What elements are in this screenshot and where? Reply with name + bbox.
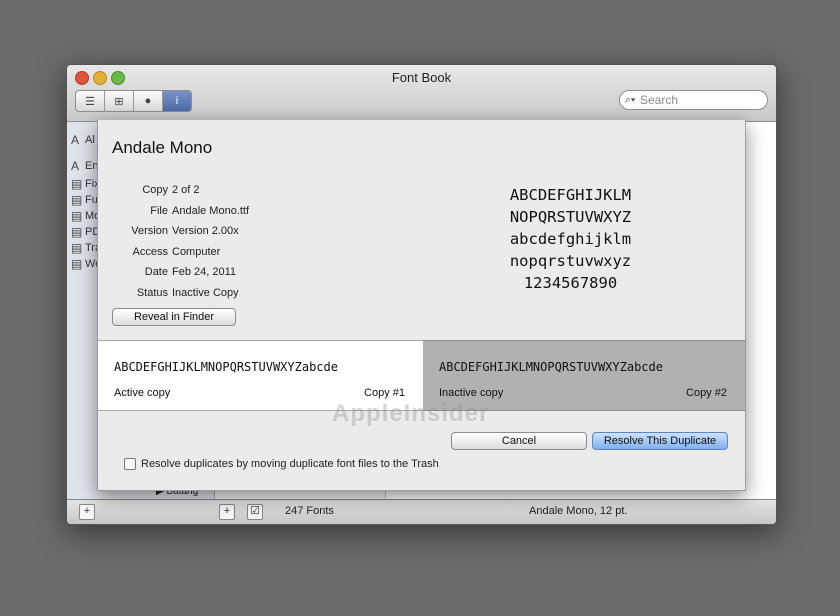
folder-icon: ▤	[71, 177, 83, 191]
search-field[interactable]: ⌕▾ Search	[619, 90, 768, 110]
cancel-button[interactable]: Cancel	[451, 432, 587, 450]
sheet-title: Andale Mono	[112, 138, 213, 157]
checkbox-label: Resolve duplicates by moving duplicate f…	[141, 458, 439, 470]
add-font-button[interactable]: +	[219, 504, 235, 520]
folder-icon: ▤	[71, 225, 83, 239]
info-row: Date Feb 24, 2011	[144, 266, 237, 278]
copy-label: Inactive copy	[439, 387, 504, 399]
copy-number: Copy #1	[364, 387, 405, 399]
resolve-duplicates-sheet: Andale Mono Copy 2 of 2 File Andale Mono.t…	[97, 120, 746, 491]
folder-icon: ▤	[71, 209, 83, 223]
font-sample-preview: ABCDEFGHIJKLM NOPQRSTUVWXYZ abcdefghijkl…	[509, 186, 632, 292]
view-mode-segmented-control: ☰ ⊞ ● i	[75, 90, 192, 112]
trash-duplicates-checkbox[interactable]	[124, 458, 136, 470]
selection-status: Andale Mono, 12 pt.	[529, 505, 628, 517]
resolve-this-duplicate-button[interactable]: Resolve This Duplicate	[592, 432, 728, 450]
info-row: Copy 2 of 2	[142, 184, 200, 196]
info-row: Access Computer	[132, 245, 221, 258]
info-row: Status Inactive Copy	[136, 286, 239, 299]
folder-icon: ▤	[71, 193, 83, 207]
bottom-bar: + + ☑ 247 Fonts Andale Mono, 12 pt.	[67, 499, 776, 524]
copy-number: Copy #2	[686, 387, 727, 399]
enable-font-checkbox[interactable]: ☑	[247, 504, 263, 520]
title-bar: Font Book ☰ ⊞ ● i ⌕▾ Search	[67, 65, 776, 122]
copy-label: Active copy	[114, 387, 171, 399]
list-view-icon[interactable]: ☰	[76, 91, 105, 111]
collection-icon: A	[71, 133, 80, 147]
font-info: Copy 2 of 2 File Andale Mono.ttf Version Ve…	[112, 184, 249, 307]
info-row: Version Version 2.00x	[131, 225, 239, 237]
folder-icon: ▤	[71, 257, 83, 271]
copy-sample: ABCDEFGHIJKLMNOPQRSTUVWXYZabcde	[439, 360, 663, 374]
grid-view-icon[interactable]: ⊞	[105, 91, 134, 111]
add-collection-button[interactable]: +	[79, 504, 95, 520]
search-placeholder: Search	[640, 93, 679, 107]
folder-icon: ▤	[71, 241, 83, 255]
info-icon[interactable]: i	[163, 91, 191, 111]
copy-sample: ABCDEFGHIJKLMNOPQRSTUVWXYZabcde	[114, 360, 338, 374]
person-icon[interactable]: ●	[134, 91, 163, 111]
reveal-in-finder-button[interactable]: Reveal in Finder	[112, 308, 236, 326]
watermark: AppleInsider	[332, 400, 490, 427]
search-icon: ⌕▾	[624, 93, 636, 106]
font-count: 247 Fonts	[285, 505, 334, 517]
collection-icon: A	[71, 159, 80, 173]
trash-duplicates-option[interactable]: Resolve duplicates by moving duplicate f…	[124, 458, 439, 470]
info-row: File Andale Mono.ttf	[150, 204, 250, 217]
window-title: Font Book	[391, 70, 452, 85]
